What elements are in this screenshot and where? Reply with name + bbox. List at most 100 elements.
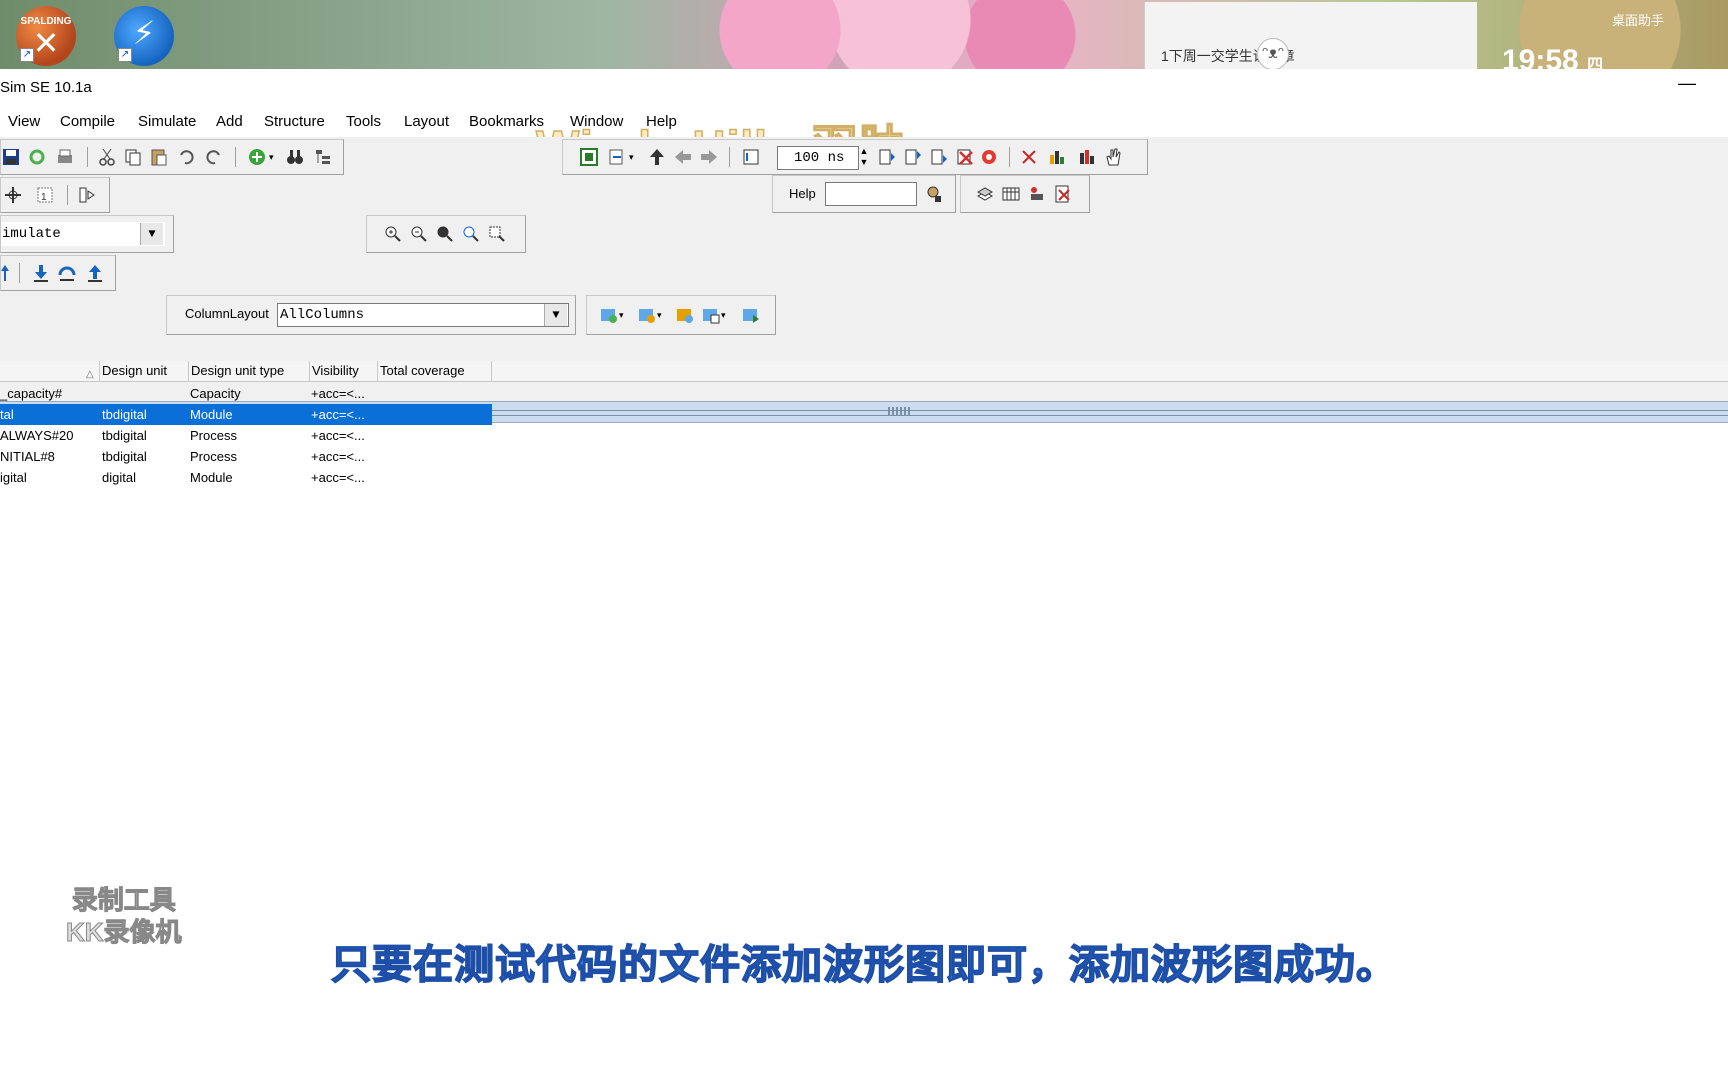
compile-icon[interactable] — [579, 147, 599, 167]
step-over-icon[interactable] — [57, 263, 77, 283]
shortcut-arrow-icon: ↗ — [118, 48, 132, 62]
wave-add-toolbar: ▾ ▾ ▾ — [586, 295, 776, 335]
add-wave-icon[interactable] — [599, 305, 619, 325]
cell-instance: _capacity# — [0, 386, 63, 401]
break-icon[interactable] — [955, 147, 975, 167]
menu-structure[interactable]: Structure — [264, 113, 325, 130]
step-out-icon[interactable] — [1, 263, 21, 283]
lightning-app-icon[interactable]: ⚡ ↗ — [114, 6, 174, 66]
add-log-icon[interactable] — [675, 305, 695, 325]
table-row[interactable]: _capacity# Capacity +acc=<... — [0, 383, 492, 404]
cell-type: Module — [190, 407, 233, 422]
zoom-cursor-icon[interactable] — [487, 224, 507, 244]
run-icon[interactable] — [877, 147, 897, 167]
chevron-down-icon[interactable]: ▾ — [721, 310, 731, 330]
help-search-icon[interactable] — [925, 184, 945, 204]
stop-icon[interactable] — [979, 147, 999, 167]
arrow-right-icon[interactable] — [699, 147, 719, 167]
add-list-icon[interactable] — [637, 305, 657, 325]
add-icon[interactable] — [247, 147, 267, 167]
menu-tools[interactable]: Tools — [346, 113, 381, 130]
step-counter-icon[interactable]: 1 — [35, 185, 55, 205]
save-icon[interactable] — [1, 147, 21, 167]
spinner-arrows-icon[interactable]: ▲ ▼ — [857, 146, 871, 167]
zoom-toolbar — [366, 215, 526, 253]
chevron-down-icon[interactable]: ▾ — [269, 152, 279, 172]
cat-icon: ᵔᴥᵔ — [1257, 38, 1289, 69]
notification-panel[interactable]: 1下周一交学生证盖章 ᵔᴥᵔ — [1144, 2, 1477, 69]
spalding-tool-icon[interactable]: SPALDING ✕ ↗ — [16, 6, 76, 66]
undo-icon[interactable] — [177, 147, 197, 167]
clock-weekday: 四 — [1587, 57, 1604, 69]
add-dataflow-icon[interactable] — [701, 305, 721, 325]
zoom-region-icon[interactable] — [461, 224, 481, 244]
person-cart-icon[interactable] — [1027, 184, 1047, 204]
column-header-design-unit-type[interactable]: Design unit type — [189, 361, 310, 381]
menu-compile[interactable]: Compile — [60, 113, 115, 130]
redo-icon[interactable] — [203, 147, 223, 167]
print-icon[interactable] — [55, 147, 75, 167]
dataflow-icon[interactable] — [77, 185, 97, 205]
chevron-down-icon[interactable]: ▾ — [657, 310, 667, 330]
hand-pan-icon[interactable] — [1103, 147, 1123, 167]
cut-icon[interactable] — [97, 147, 117, 167]
run-length-input[interactable]: 100 ns — [777, 146, 859, 170]
cell-visibility: +acc=<... — [311, 470, 365, 485]
paste-icon[interactable] — [149, 147, 169, 167]
cell-instance: tal — [0, 407, 14, 422]
column-layout-select[interactable]: AllColumns ▼ — [277, 303, 569, 327]
dropdown-arrow-icon[interactable]: ▼ — [544, 304, 567, 326]
hierarchy-icon[interactable] — [313, 147, 333, 167]
menu-bookmarks[interactable]: Bookmarks — [469, 113, 544, 130]
table-row-selected[interactable]: tal tbdigital Module +acc=<... — [0, 404, 492, 425]
chevron-down-icon[interactable]: ▾ — [619, 310, 629, 330]
menu-add[interactable]: Add — [216, 113, 243, 130]
add-schematic-icon[interactable] — [741, 305, 761, 325]
zoom-out-icon[interactable] — [409, 224, 429, 244]
step-toolbar — [0, 255, 116, 291]
book-stack-icon[interactable] — [975, 184, 995, 204]
continue-run-icon[interactable] — [903, 147, 923, 167]
step-up-icon[interactable] — [85, 263, 105, 283]
menu-view[interactable]: View — [8, 113, 40, 130]
cell-instance: ALWAYS#20 — [0, 428, 74, 443]
column-header-total-coverage[interactable]: Total coverage — [378, 361, 492, 381]
move-icon[interactable] — [3, 185, 23, 205]
find-binoculars-icon[interactable] — [285, 147, 305, 167]
desktop-background: SPALDING ✕ ↗ ⚡ ↗ 1下周一交学生证盖章 ᵔᴥᵔ 桌面助手 19:… — [0, 0, 1728, 69]
refresh-icon[interactable] — [27, 147, 47, 167]
grid-calendar-icon[interactable] — [1001, 184, 1021, 204]
run-all-icon[interactable] — [929, 147, 949, 167]
menu-layout[interactable]: Layout — [404, 113, 449, 130]
minimize-button[interactable]: — — [1672, 73, 1702, 99]
dropdown-arrow-icon[interactable]: ▼ — [140, 223, 163, 245]
copy-icon[interactable] — [123, 147, 143, 167]
column-header-instance[interactable]: △ — [0, 361, 100, 381]
performance-icon[interactable] — [1047, 147, 1067, 167]
run-length-icon[interactable] — [741, 147, 761, 167]
shortcut-arrow-icon: ↗ — [20, 48, 34, 62]
chevron-down-icon[interactable]: ▾ — [629, 152, 639, 172]
restart-icon[interactable] — [607, 147, 627, 167]
zoom-in-icon[interactable] — [383, 224, 403, 244]
zoom-full-icon[interactable] — [435, 224, 455, 244]
arrow-left-icon[interactable] — [673, 147, 693, 167]
cell-type: Process — [190, 449, 237, 464]
step-over-icon[interactable] — [1019, 147, 1039, 167]
help-search-input[interactable] — [825, 182, 917, 206]
memory-profile-icon[interactable] — [1077, 147, 1097, 167]
column-layout-value: AllColumns — [280, 307, 365, 323]
column-header-design-unit[interactable]: Design unit — [100, 361, 189, 381]
delete-doc-icon[interactable] — [1053, 184, 1073, 204]
mode-select[interactable]: imulate ▼ — [1, 222, 165, 246]
arrow-up-icon[interactable] — [647, 147, 667, 167]
table-row[interactable]: NITIAL#8 tbdigital Process +acc=<... — [0, 446, 492, 467]
table-row[interactable]: ALWAYS#20 tbdigital Process +acc=<... — [0, 425, 492, 446]
step-into-icon[interactable] — [31, 263, 51, 283]
table-row[interactable]: igital digital Module +acc=<... — [0, 467, 492, 488]
modelsim-window: Sim SE 10.1a — View Compile Simulate Add… — [0, 69, 1728, 1080]
toolbar-separator — [19, 263, 20, 283]
column-header-visibility[interactable]: Visibility — [310, 361, 378, 381]
menu-simulate[interactable]: Simulate — [138, 113, 196, 130]
desktop-helper-label[interactable]: 桌面助手 — [1612, 10, 1664, 29]
